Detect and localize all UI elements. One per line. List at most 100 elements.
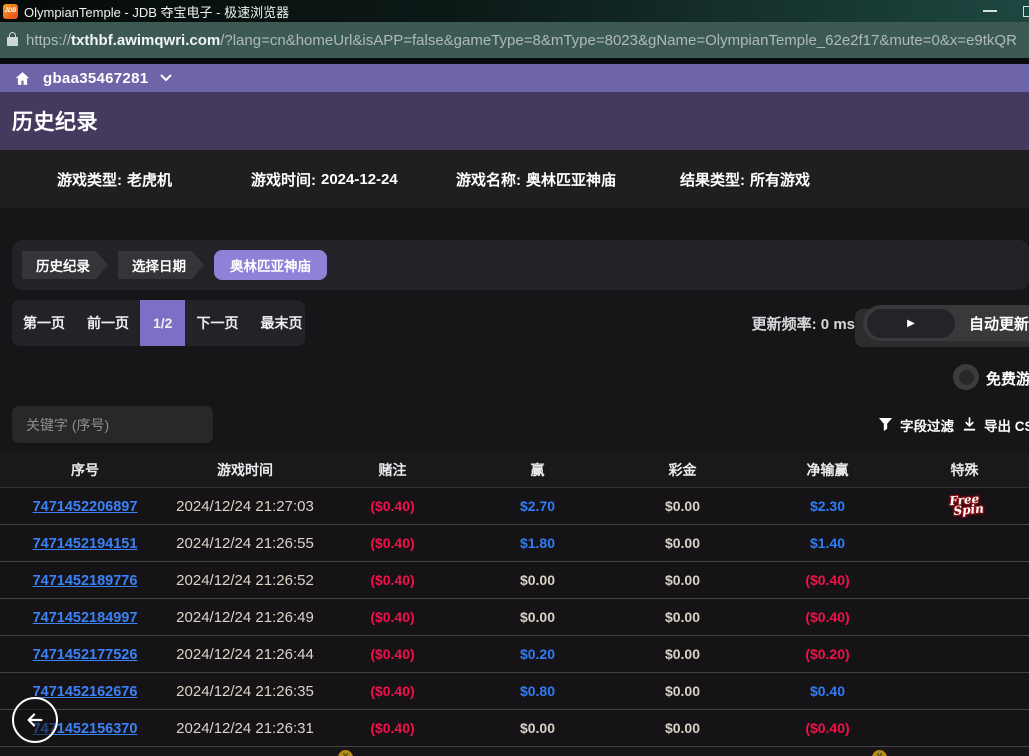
round-id-link[interactable]: 7471452189776 bbox=[33, 573, 138, 589]
auto-update-toggle[interactable]: ▶ 自动更新 bbox=[863, 305, 1029, 341]
game-time: 2024/12/24 21:26:31 bbox=[170, 720, 320, 737]
page-indicator: 1/2 bbox=[140, 300, 185, 346]
net-value: $2.30 bbox=[755, 498, 900, 514]
free-game-radio-inner bbox=[959, 370, 974, 385]
net-value: ($0.40) bbox=[755, 609, 900, 625]
page-first-button[interactable]: 第一页 bbox=[12, 300, 76, 346]
win-value: $0.20 bbox=[465, 646, 610, 662]
page-next-button[interactable]: 下一页 bbox=[185, 300, 249, 346]
special-cell: FreeSpin bbox=[900, 495, 1029, 517]
game-time: 2024/12/24 21:26:55 bbox=[170, 535, 320, 552]
bet-value: ($0.40) bbox=[320, 498, 465, 514]
arrow-left-icon bbox=[24, 709, 46, 731]
col-header-bonus: 彩金 bbox=[610, 460, 755, 480]
free-game-radio[interactable] bbox=[953, 364, 979, 390]
field-filter-button[interactable]: 字段过滤 bbox=[878, 406, 954, 443]
play-icon: ▶ bbox=[907, 318, 915, 329]
address-bar[interactable]: https://txthbf.awimqwri.com/?lang=cn&hom… bbox=[0, 22, 1029, 58]
win-value: $0.00 bbox=[465, 609, 610, 625]
win-value: $1.80 bbox=[465, 535, 610, 551]
table-row: 74714521941512024/12/24 21:26:55($0.40)$… bbox=[0, 525, 1029, 562]
breadcrumb-history[interactable]: 历史纪录 bbox=[22, 251, 108, 279]
history-table: 序号 游戏时间 赌注 赢 彩金 净输赢 特殊 7471452206897 2024… bbox=[0, 452, 1029, 747]
table-row: 74714521775262024/12/24 21:26:44($0.40)$… bbox=[0, 636, 1029, 673]
table-header-row: 序号 游戏时间 赌注 赢 彩金 净输赢 特殊 bbox=[0, 452, 1029, 488]
bonus-value: $0.00 bbox=[610, 683, 755, 699]
filter-game-time[interactable]: 游戏时间: 2024-12-24 bbox=[251, 150, 398, 208]
bet-value: ($0.40) bbox=[320, 683, 465, 699]
win-value: $0.00 bbox=[465, 572, 610, 588]
table-body: 74714522068972024/12/24 21:27:03($0.40)$… bbox=[0, 488, 1029, 747]
url-text: https://txthbf.awimqwri.com/?lang=cn&hom… bbox=[26, 32, 1017, 49]
window-maximize-button[interactable] bbox=[1023, 6, 1029, 17]
col-header-special: 特殊 bbox=[900, 460, 1029, 480]
win-value: $0.80 bbox=[465, 683, 610, 699]
col-header-time: 游戏时间 bbox=[170, 460, 320, 480]
game-time: 2024/12/24 21:26:52 bbox=[170, 572, 320, 589]
game-time: 2024/12/24 21:26:49 bbox=[170, 609, 320, 626]
table-row: 74714521563702024/12/24 21:26:31($0.40)$… bbox=[0, 710, 1029, 747]
window-title: OlympianTemple - JDB 夺宝电子 - 极速浏览器 bbox=[24, 2, 289, 21]
page-prev-button[interactable]: 前一页 bbox=[76, 300, 140, 346]
filter-result-type[interactable]: 结果类型: 所有游戏 bbox=[680, 150, 810, 208]
site-header: gbaa35467281 bbox=[0, 64, 1029, 92]
round-id-link[interactable]: 7471452184997 bbox=[33, 610, 138, 626]
window-minimize-button[interactable] bbox=[983, 10, 997, 12]
lock-icon bbox=[7, 37, 18, 46]
net-value: ($0.20) bbox=[755, 646, 900, 662]
export-csv-button[interactable]: 导出 CSV bbox=[962, 406, 1029, 443]
funnel-icon bbox=[878, 417, 893, 432]
bonus-value: $0.00 bbox=[610, 609, 755, 625]
keyword-search-input[interactable] bbox=[12, 406, 213, 443]
bonus-value: $0.00 bbox=[610, 498, 755, 514]
chevron-down-icon[interactable] bbox=[160, 74, 172, 82]
round-id-link[interactable]: 7471452162676 bbox=[33, 684, 138, 700]
round-id-link[interactable]: 7471452177526 bbox=[33, 647, 138, 663]
home-icon[interactable] bbox=[14, 70, 31, 87]
page-last-button[interactable]: 最末页 bbox=[249, 300, 305, 346]
bet-value: ($0.40) bbox=[320, 720, 465, 736]
breadcrumb-game-name[interactable]: 奥林匹亚神庙 bbox=[214, 250, 327, 280]
col-header-id: 序号 bbox=[0, 460, 170, 480]
back-button[interactable] bbox=[12, 697, 58, 743]
bonus-value: $0.00 bbox=[610, 720, 755, 736]
round-id-link[interactable]: 7471452194151 bbox=[33, 536, 138, 552]
bet-value: ($0.40) bbox=[320, 646, 465, 662]
net-value: ($0.40) bbox=[755, 720, 900, 736]
bonus-value: $0.00 bbox=[610, 646, 755, 662]
coin-icon: ¥ bbox=[872, 750, 887, 756]
filter-game-type[interactable]: 游戏类型: 老虎机 bbox=[57, 150, 172, 208]
filter-bar: 游戏类型: 老虎机 游戏时间: 2024-12-24 游戏名称: 奥林匹亚神庙 … bbox=[0, 150, 1029, 208]
col-header-win: 赢 bbox=[465, 460, 610, 480]
table-row: 74714521849972024/12/24 21:26:49($0.40)$… bbox=[0, 599, 1029, 636]
window-titlebar: JDB OlympianTemple - JDB 夺宝电子 - 极速浏览器 bbox=[0, 0, 1029, 22]
breadcrumb-select-date[interactable]: 选择日期 bbox=[118, 251, 204, 279]
net-value: $1.40 bbox=[755, 535, 900, 551]
game-time: 2024/12/24 21:26:44 bbox=[170, 646, 320, 663]
round-id-link[interactable]: 7471452206897 bbox=[33, 499, 138, 515]
page-title: 历史纪录 bbox=[12, 106, 98, 136]
game-time: 2024/12/24 21:26:35 bbox=[170, 683, 320, 700]
table-row: 74714522068972024/12/24 21:27:03($0.40)$… bbox=[0, 488, 1029, 525]
bet-value: ($0.40) bbox=[320, 609, 465, 625]
jdb-logo-icon: JDB bbox=[3, 4, 18, 19]
filter-game-name[interactable]: 游戏名称: 奥林匹亚神庙 bbox=[456, 150, 616, 208]
pagination: 第一页 前一页 1/2 下一页 最末页 bbox=[12, 300, 305, 346]
game-time: 2024/12/24 21:27:03 bbox=[170, 498, 320, 515]
refresh-rate-label: 更新频率: 0 ms bbox=[735, 300, 855, 346]
coin-icon: ¥ bbox=[338, 750, 353, 756]
browser-window: JDB OlympianTemple - JDB 夺宝电子 - 极速浏览器 ht… bbox=[0, 0, 1029, 756]
win-value: $2.70 bbox=[465, 498, 610, 514]
page-title-bar: 历史纪录 bbox=[0, 92, 1029, 150]
breadcrumb: 历史纪录 选择日期 奥林匹亚神庙 bbox=[12, 240, 1029, 290]
account-name[interactable]: gbaa35467281 bbox=[43, 70, 148, 87]
win-value: $0.00 bbox=[465, 720, 610, 736]
col-header-net: 净输赢 bbox=[755, 460, 900, 480]
auto-update-label: 自动更新 bbox=[969, 313, 1029, 334]
table-row: 7471452189776 2024/12/24 21:26:52 ($0.40) $… bbox=[0, 562, 1029, 599]
net-value: $0.40 bbox=[755, 683, 900, 699]
auto-update-knob[interactable]: ▶ bbox=[867, 309, 955, 338]
net-value: ($0.40) bbox=[755, 572, 900, 588]
free-game-label: 免费游戏 bbox=[986, 368, 1029, 389]
free-spin-badge: FreeSpin bbox=[945, 493, 984, 516]
